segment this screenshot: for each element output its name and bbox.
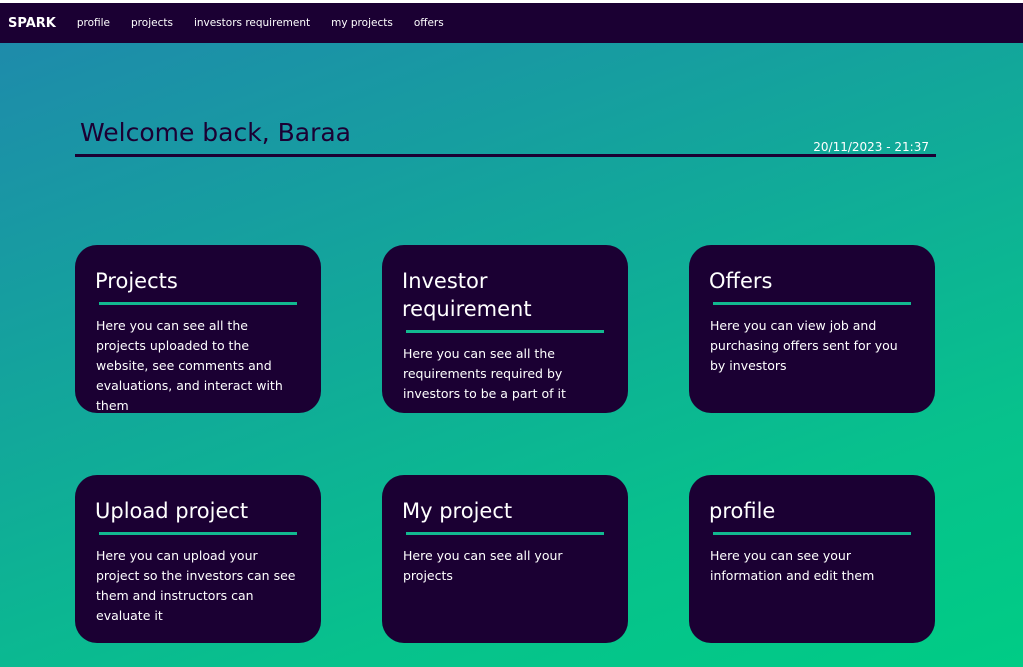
datetime-display: 20/11/2023 - 21:37 <box>813 140 929 154</box>
card-divider <box>99 532 297 535</box>
nav-link-offers[interactable]: offers <box>414 17 444 29</box>
card-description: Here you can view job and purchasing off… <box>710 318 898 373</box>
card-description: Here you can see all your projects <box>403 548 563 583</box>
card-title: Investor requirement <box>402 269 532 321</box>
nav-link-my-projects[interactable]: my projects <box>331 17 393 29</box>
card-profile[interactable]: profile Here you can see your informatio… <box>689 475 935 643</box>
card-description: Here you can upload your project so the … <box>96 548 296 623</box>
card-description: Here you can see all the projects upload… <box>96 318 283 413</box>
card-title: Upload project <box>95 499 249 523</box>
card-my-project[interactable]: My project Here you can see all your pro… <box>382 475 628 643</box>
card-upload-project[interactable]: Upload project Here you can upload your … <box>75 475 321 643</box>
card-divider <box>713 302 911 305</box>
card-investor-requirement[interactable]: Investor requirement Here you can see al… <box>382 245 628 413</box>
brand-logo[interactable]: SPARK <box>8 16 56 31</box>
card-description: Here you can see all the requirements re… <box>403 346 566 401</box>
top-navbar: SPARK profile projects investors require… <box>0 3 1023 43</box>
card-description: Here you can see your information and ed… <box>710 548 875 583</box>
main-content: Welcome back, Baraa 20/11/2023 - 21:37 P… <box>0 43 1023 667</box>
nav-link-profile[interactable]: profile <box>77 17 110 29</box>
card-title: Projects <box>95 269 178 293</box>
card-title: profile <box>709 499 776 523</box>
nav-link-projects[interactable]: projects <box>131 17 173 29</box>
card-title: Offers <box>709 269 773 293</box>
card-divider <box>713 532 911 535</box>
card-projects[interactable]: Projects Here you can see all the projec… <box>75 245 321 413</box>
welcome-heading: Welcome back, Baraa <box>80 118 351 147</box>
card-offers[interactable]: Offers Here you can view job and purchas… <box>689 245 935 413</box>
welcome-divider <box>75 154 936 157</box>
nav-link-investors-requirement[interactable]: investors requirement <box>194 17 310 29</box>
card-divider <box>99 302 297 305</box>
card-divider <box>406 532 604 535</box>
card-title: My project <box>402 499 513 523</box>
card-divider <box>406 330 604 333</box>
